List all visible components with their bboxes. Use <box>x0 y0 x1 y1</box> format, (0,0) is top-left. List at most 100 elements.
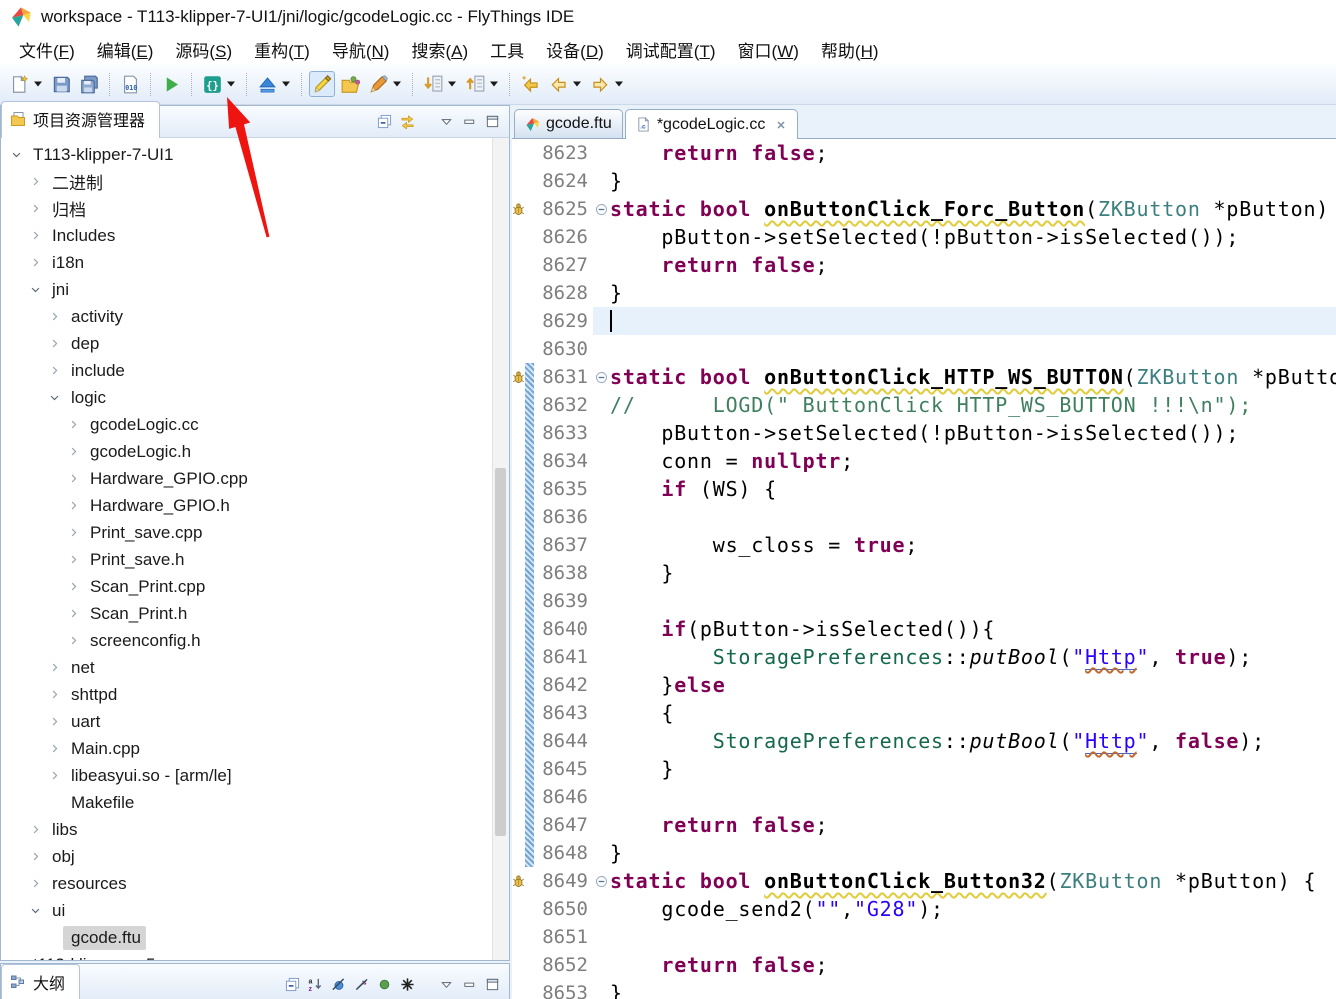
line-number[interactable]: 8653 <box>534 979 593 999</box>
chevron-right-icon[interactable] <box>64 498 82 514</box>
tree-item[interactable]: uart <box>1 708 509 735</box>
line-number[interactable]: 8635 <box>534 475 593 503</box>
back-button[interactable] <box>545 71 571 97</box>
tree-item[interactable]: 归档 <box>1 195 509 222</box>
annotation-gutter[interactable] <box>512 167 525 195</box>
annotation-gutter[interactable] <box>512 951 525 979</box>
line-number[interactable]: 8638 <box>534 559 593 587</box>
tree-scrollbar-thumb[interactable] <box>495 468 506 836</box>
forward-button-dropdown[interactable] <box>615 81 623 87</box>
new-file-button[interactable] <box>6 71 32 97</box>
next-annotation-button-dropdown[interactable] <box>448 81 456 87</box>
chevron-right-icon[interactable] <box>26 255 44 271</box>
last-edit-location-button[interactable] <box>517 71 543 97</box>
editor-tab-gcodeLogic.cc[interactable]: .c*gcodeLogic.cc <box>625 109 799 139</box>
hide-inactive-elements-button[interactable] <box>400 977 415 992</box>
annotation-gutter[interactable] <box>512 727 525 755</box>
tree-item[interactable]: activity <box>1 303 509 330</box>
menu-item-2[interactable]: 源码(S) <box>164 35 243 64</box>
fold-collapse-icon[interactable] <box>593 195 610 223</box>
view-menu-button[interactable] <box>439 114 454 129</box>
binary-file-button[interactable]: 010 <box>117 71 143 97</box>
link-with-editor-button[interactable] <box>400 114 415 129</box>
line-number[interactable]: 8636 <box>534 503 593 531</box>
minimize-button[interactable] <box>462 977 477 992</box>
line-number[interactable]: 8626 <box>534 223 593 251</box>
code-text[interactable]: gcode_send2("","G28"); <box>610 895 944 923</box>
minimize-button[interactable] <box>462 114 477 129</box>
annotation-gutter[interactable] <box>512 531 525 559</box>
code-text[interactable]: pButton->setSelected(!pButton->isSelecte… <box>610 223 1239 251</box>
code-text[interactable]: StoragePreferences::putBool("Http", true… <box>610 643 1252 671</box>
tree-item[interactable]: .hHardware_GPIO.h <box>1 492 509 519</box>
tab-outline[interactable]: 大纲 <box>1 964 80 999</box>
chevron-right-icon[interactable] <box>45 714 63 730</box>
annotation-gutter[interactable] <box>512 923 525 951</box>
code-text[interactable]: return false; <box>610 139 828 167</box>
line-number[interactable]: 8623 <box>534 139 593 167</box>
tree-item[interactable]: .cPrint_save.cpp <box>1 519 509 546</box>
chevron-right-icon[interactable] <box>45 768 63 784</box>
tree-item[interactable]: gcode.ftu <box>1 924 509 951</box>
line-number[interactable]: 8644 <box>534 727 593 755</box>
tree-item[interactable]: Ct113-klipper-...-5 <box>1 951 509 960</box>
menu-item-5[interactable]: 搜索(A) <box>400 35 479 64</box>
tree-item[interactable]: i18n <box>1 249 509 276</box>
bug-marker-icon[interactable] <box>512 363 525 391</box>
tree-item[interactable]: .c!gcodeLogic.cc <box>1 411 509 438</box>
line-number[interactable]: 8645 <box>534 755 593 783</box>
code-text[interactable]: ws_closs = true; <box>610 531 918 559</box>
line-number[interactable]: 8650 <box>534 895 593 923</box>
collapse-all-button[interactable] <box>285 977 300 992</box>
annotation-gutter[interactable] <box>512 755 525 783</box>
tree-item[interactable]: .cMain.cpp <box>1 735 509 762</box>
view-menu-button[interactable] <box>439 977 454 992</box>
line-number[interactable]: 8647 <box>534 811 593 839</box>
line-number[interactable]: 8640 <box>534 615 593 643</box>
line-number[interactable]: 8643 <box>534 699 593 727</box>
chevron-right-icon[interactable] <box>45 336 63 352</box>
line-number[interactable]: 8624 <box>534 167 593 195</box>
tree-item[interactable]: .cScan_Print.cpp <box>1 573 509 600</box>
annotation-gutter[interactable] <box>512 251 525 279</box>
code-text[interactable]: } <box>610 839 623 867</box>
chevron-right-icon[interactable] <box>26 174 44 190</box>
tree-item[interactable]: .hScan_Print.h <box>1 600 509 627</box>
forward-button[interactable] <box>587 71 613 97</box>
chevron-right-icon[interactable] <box>45 741 63 757</box>
previous-annotation-button-dropdown[interactable] <box>490 81 498 87</box>
menu-item-4[interactable]: 导航(N) <box>321 35 401 64</box>
tree-item[interactable]: !logic <box>1 384 509 411</box>
annotation-gutter[interactable] <box>512 587 525 615</box>
back-button-dropdown[interactable] <box>573 81 581 87</box>
line-number[interactable]: 8630 <box>534 335 593 363</box>
line-number[interactable]: 8637 <box>534 531 593 559</box>
chevron-right-icon[interactable] <box>64 633 82 649</box>
annotation-gutter[interactable] <box>512 307 525 335</box>
code-text[interactable]: static bool onButtonClick_Button32(ZKBut… <box>610 867 1316 895</box>
code-editor[interactable]: 8623 return false; 8624} 8625 static bool o… <box>512 138 1336 999</box>
chevron-right-icon[interactable] <box>26 876 44 892</box>
tree-item[interactable]: .hgcodeLogic.h <box>1 438 509 465</box>
chevron-right-icon[interactable] <box>26 822 44 838</box>
run-button[interactable] <box>158 71 184 97</box>
tree-item[interactable]: libeasyui.so - [arm/le] <box>1 762 509 789</box>
code-text[interactable]: static bool onButtonClick_Forc_Button(ZK… <box>610 195 1329 223</box>
code-text[interactable]: if(pButton->isSelected()){ <box>610 615 995 643</box>
line-number[interactable]: 8648 <box>534 839 593 867</box>
line-number[interactable]: 8649 <box>534 867 593 895</box>
code-text[interactable]: if (WS) { <box>610 475 777 503</box>
annotation-gutter[interactable] <box>512 223 525 251</box>
annotation-gutter[interactable] <box>512 895 525 923</box>
chevron-right-icon[interactable] <box>64 579 82 595</box>
annotation-gutter[interactable] <box>512 475 525 503</box>
chevron-right-icon[interactable] <box>64 471 82 487</box>
annotation-gutter[interactable] <box>512 839 525 867</box>
chevron-right-icon[interactable] <box>45 309 63 325</box>
code-text[interactable]: return false; <box>610 951 828 979</box>
tree-item[interactable]: CT113-klipper-7-UI1 <box>1 141 509 168</box>
menu-item-10[interactable]: 帮助(H) <box>810 35 890 64</box>
sort-button[interactable]: az <box>308 977 323 992</box>
chevron-down-icon[interactable] <box>7 147 25 163</box>
line-number[interactable]: 8625 <box>534 195 593 223</box>
